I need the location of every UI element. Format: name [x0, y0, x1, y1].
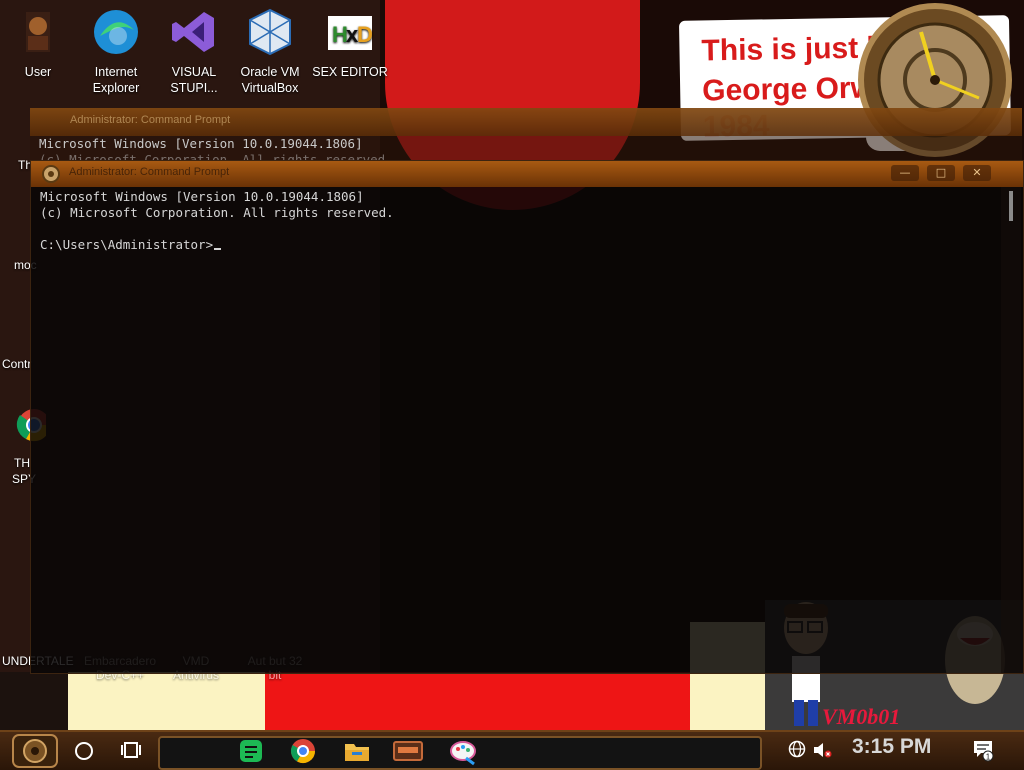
network-globe-icon[interactable]: [788, 740, 806, 758]
maximize-button[interactable]: □: [927, 165, 955, 181]
scrollbar-thumb[interactable]: [1009, 191, 1013, 221]
window-title: Administrator: Command Prompt: [70, 114, 231, 126]
desktop-icon-user[interactable]: User: [0, 2, 76, 80]
wallpaper-bottom-red: [265, 672, 695, 730]
console-line: Microsoft Windows [Version 10.0.19044.18…: [39, 136, 363, 151]
task-view-icon[interactable]: [120, 739, 142, 761]
desktop-icon-label: User: [24, 65, 52, 79]
desktop-icon-visual-studio[interactable]: VISUAL STUPI...: [156, 2, 232, 96]
window-title: Administrator: Command Prompt: [69, 166, 230, 178]
desktop-icon-hex-editor[interactable]: H x D SEX EDITOR: [312, 2, 388, 80]
scrollbar[interactable]: [1001, 187, 1021, 673]
edge-icon: [94, 10, 138, 54]
window-titlebar[interactable]: Administrator: Command Prompt — □ ✕: [31, 161, 1023, 187]
taskbar-app-device[interactable]: [392, 736, 424, 766]
console-line: Microsoft Windows [Version 10.0.19044.18…: [40, 189, 364, 204]
text-cursor: [214, 248, 222, 250]
desktop-label-partial[interactable]: TH: [14, 456, 30, 470]
console-line: (c) Microsoft Corporation. All rights re…: [40, 205, 394, 220]
taskbar-clock[interactable]: 3:15 PM: [852, 735, 931, 759]
taskbar-app-notes[interactable]: [236, 736, 266, 766]
minimize-button[interactable]: —: [891, 165, 919, 181]
search-circle-icon[interactable]: [75, 742, 93, 760]
desktop-icon-internet-explorer[interactable]: Internet Explorer: [78, 2, 154, 96]
wallpaper-vm-text: VM0b01: [822, 704, 901, 729]
taskbar-app-paint[interactable]: [448, 736, 478, 766]
notification-count: 1: [986, 752, 991, 761]
user-icon: [26, 12, 50, 52]
desktop-icon-virtualbox[interactable]: Oracle VM VirtualBox: [232, 2, 308, 96]
hex-editor-icon: H x D: [328, 16, 373, 50]
command-prompt-window[interactable]: Administrator: Command Prompt — □ ✕ Micr…: [30, 160, 1024, 674]
notification-center-icon[interactable]: 1: [972, 738, 994, 762]
desktop-icon-label: Internet Explorer: [92, 65, 140, 95]
wallpaper-bottom-dark: [0, 672, 68, 730]
volume-muted-icon[interactable]: [812, 740, 832, 760]
desktop-icon-label: VISUAL STUPI...: [170, 65, 218, 95]
virtualbox-icon: [249, 8, 291, 56]
desktop-icon-label: SEX EDITOR: [312, 65, 388, 79]
taskbar-app-chrome[interactable]: [288, 736, 318, 766]
console-prompt: C:\Users\Administrator>: [40, 237, 214, 252]
taskbar-app-file-explorer[interactable]: [342, 736, 372, 766]
visual-studio-icon: [172, 12, 214, 52]
desktop-icon-label: Oracle VM VirtualBox: [240, 65, 300, 95]
console-output[interactable]: Microsoft Windows [Version 10.0.19044.18…: [31, 187, 999, 673]
taskbar: 3:15 PM 1: [0, 730, 1024, 770]
start-button-icon[interactable]: [12, 734, 58, 768]
desktop-label-partial[interactable]: Contr: [2, 357, 31, 371]
svg-text:D: D: [357, 22, 373, 47]
close-button[interactable]: ✕: [963, 165, 991, 181]
gear-icon: [42, 165, 60, 183]
